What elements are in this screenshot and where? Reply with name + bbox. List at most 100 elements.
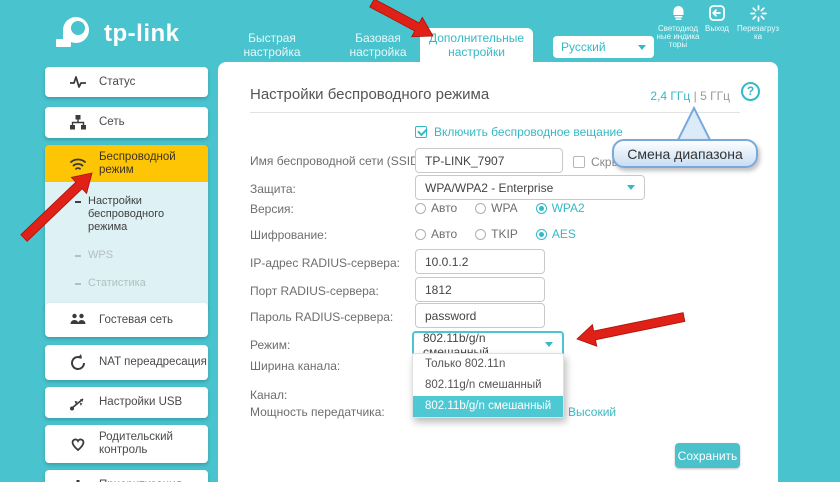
checkbox-unchecked-icon: [573, 156, 585, 168]
band-switcher: 2,4 ГГц | 5 ГГц: [650, 89, 730, 103]
sidebar-item-usb-settings[interactable]: Настройки USB: [45, 387, 208, 418]
chevron-down-icon: [638, 45, 646, 50]
radio-selected-icon: [536, 229, 547, 240]
sidebar-item-parental-controls[interactable]: Родительский контроль: [45, 425, 208, 463]
radio-label: Авто: [431, 201, 457, 215]
pulse-icon: [69, 73, 87, 91]
mode-option-802-11bgn-mixed[interactable]: 802.11b/g/n смешанный: [413, 396, 563, 417]
sidebar-item-label: Беспроводной режим: [99, 151, 191, 177]
tx-power-selected-value[interactable]: Высокий: [568, 405, 616, 419]
radio-label: WPA2: [552, 201, 585, 215]
callout-text: Смена диапазона: [627, 146, 742, 162]
usb-icon: [69, 394, 87, 412]
tab-label: Быстрая настройка: [243, 31, 300, 59]
security-value: WPA/WPA2 - Enterprise: [425, 181, 553, 195]
radio-selected-icon: [536, 203, 547, 214]
channel-label: Канал:: [250, 388, 287, 402]
radio-label: Авто: [431, 227, 457, 241]
qos-icon: [69, 476, 87, 482]
tab-quick-setup[interactable]: Быстрая настройка: [222, 31, 322, 59]
sidebar-item-label: Родительский контроль: [99, 431, 189, 457]
parental-icon: [69, 435, 87, 453]
tx-power-label: Мощность передатчика:: [250, 405, 385, 419]
tp-link-logo: tp-link: [52, 12, 180, 56]
reboot-button[interactable]: Перезагрузка: [737, 4, 779, 41]
save-button[interactable]: Сохранить: [675, 443, 740, 468]
enable-wireless-label: Включить беспроводное вещание: [434, 125, 623, 139]
enable-wireless-checkbox[interactable]: Включить беспроводное вещание: [415, 125, 623, 139]
logout-label: Выход: [699, 25, 735, 33]
radius-port-label: Порт RADIUS-сервера:: [250, 284, 379, 298]
band-2-4ghz-link[interactable]: 2,4 ГГц: [650, 89, 690, 103]
radius-ip-input[interactable]: [415, 249, 545, 274]
page-title: Настройки беспроводного режима: [250, 86, 489, 103]
radio-icon: [415, 203, 426, 214]
logo-text: tp-link: [104, 20, 180, 48]
security-select[interactable]: WPA/WPA2 - Enterprise: [415, 175, 645, 200]
submenu-item-label: Статистика: [88, 277, 146, 290]
help-icon[interactable]: ?: [741, 82, 760, 101]
logout-icon: [699, 4, 735, 22]
wifi-icon: [69, 155, 87, 173]
tab-basic[interactable]: Базовая настройка: [328, 31, 428, 59]
radio-version-auto[interactable]: Авто: [415, 201, 457, 215]
sidebar-item-nat-forwarding[interactable]: NAT переадресация: [45, 345, 208, 380]
radio-encryption-tkip[interactable]: TKIP: [475, 227, 518, 241]
tp-link-logo-icon: [52, 12, 96, 56]
encryption-radio-group: Авто TKIP AES: [415, 227, 576, 241]
submenu-item-label: Настройки беспроводного режима: [88, 195, 183, 234]
mode-dropdown-menu: Только 802.11n 802.11g/n смешанный 802.1…: [412, 353, 564, 418]
channel-width-label: Ширина канала:: [250, 359, 340, 373]
radio-icon: [475, 229, 486, 240]
sidebar-item-network[interactable]: Сеть: [45, 107, 208, 138]
reboot-icon: [737, 4, 779, 22]
sidebar-item-label: Гостевая сеть: [99, 314, 173, 327]
wireless-submenu: Настройки беспроводного режима WPS Стати…: [45, 182, 208, 308]
radius-password-label: Пароль RADIUS-сервера:: [250, 310, 393, 324]
led-indicators-button[interactable]: Светодиодные индикаторы: [656, 4, 700, 49]
band-5ghz-link[interactable]: 5 ГГц: [700, 89, 730, 103]
tab-label: Базовая настройка: [349, 31, 406, 59]
dash-marker: [75, 255, 81, 257]
tab-advanced[interactable]: Дополнительные настройки: [420, 28, 533, 62]
radius-password-input[interactable]: [415, 303, 545, 328]
radio-encryption-aes[interactable]: AES: [536, 227, 576, 241]
sidebar-item-qos[interactable]: Приоритизация: [45, 470, 208, 482]
submenu-item-wireless-settings[interactable]: Настройки беспроводного режима: [75, 195, 208, 234]
submenu-item-label: WPS: [88, 249, 113, 262]
network-icon: [69, 114, 87, 132]
encryption-label: Шифрование:: [250, 228, 327, 242]
sidebar-item-label: NAT переадресация: [99, 356, 207, 369]
sidebar-item-wireless[interactable]: Беспроводной режим: [45, 145, 208, 182]
radius-port-input[interactable]: [415, 277, 545, 302]
band-separator: |: [694, 89, 697, 103]
sidebar-item-guest-network[interactable]: Гостевая сеть: [45, 303, 208, 337]
submenu-item-statistics[interactable]: Статистика: [75, 277, 208, 290]
sidebar-item-label: Статус: [99, 76, 135, 89]
version-label: Версия:: [250, 202, 294, 216]
led-indicators-label: Светодиодные индикаторы: [656, 25, 700, 49]
guests-icon: [69, 311, 87, 329]
nat-icon: [69, 354, 87, 372]
sidebar-item-status[interactable]: Статус: [45, 67, 208, 97]
dash-marker: [75, 283, 81, 285]
radio-label: AES: [552, 227, 576, 241]
radio-label: TKIP: [491, 227, 518, 241]
sidebar-item-label: Настройки USB: [99, 396, 182, 409]
radio-label: WPA: [491, 201, 517, 215]
router-admin-page: tp-link Быстрая настройка Базовая настро…: [0, 0, 840, 482]
chevron-down-icon: [627, 185, 635, 190]
language-select[interactable]: Русский: [553, 36, 654, 58]
mode-option-802-11n-only[interactable]: Только 802.11n: [413, 354, 563, 375]
radio-icon: [415, 229, 426, 240]
radio-version-wpa[interactable]: WPA: [475, 201, 517, 215]
version-radio-group: Авто WPA WPA2: [415, 201, 585, 215]
chevron-down-icon: [545, 342, 553, 347]
mode-option-802-11gn-mixed[interactable]: 802.11g/n смешанный: [413, 375, 563, 396]
security-label: Защита:: [250, 182, 296, 196]
submenu-item-wps[interactable]: WPS: [75, 249, 208, 262]
radio-version-wpa2[interactable]: WPA2: [536, 201, 585, 215]
ssid-input[interactable]: [415, 148, 563, 173]
logout-button[interactable]: Выход: [699, 4, 735, 33]
radio-encryption-auto[interactable]: Авто: [415, 227, 457, 241]
